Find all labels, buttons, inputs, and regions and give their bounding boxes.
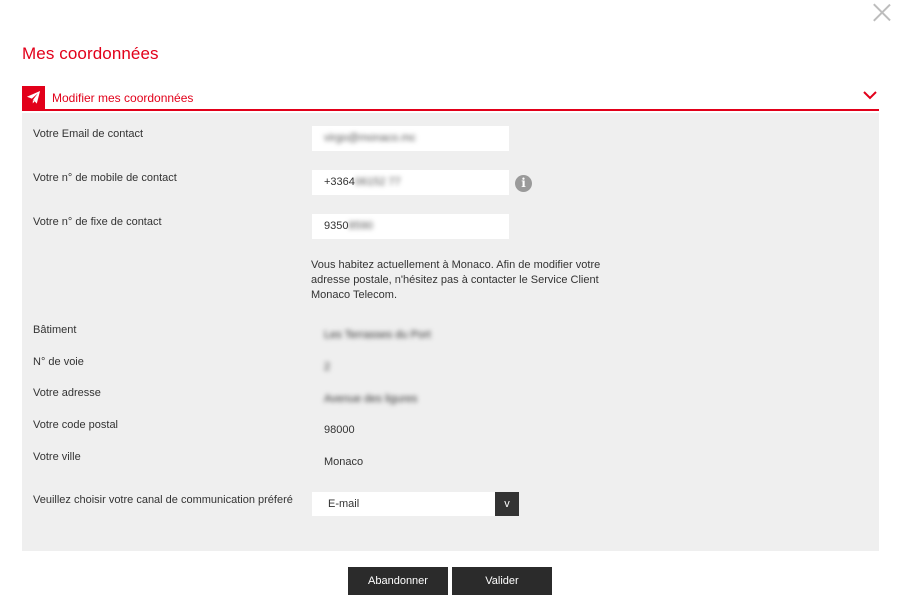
chevron-down-icon[interactable] <box>863 90 877 100</box>
mobile-label: Votre n° de mobile de contact <box>33 172 177 184</box>
fixe-value-visible: 9350 <box>324 220 349 232</box>
page-title: Mes coordonnées <box>22 44 159 63</box>
voie-label: N° de voie <box>33 356 84 368</box>
voie-value: 2 <box>324 361 331 373</box>
code-postal-value: 98000 <box>324 424 355 436</box>
fixe-label: Votre n° de fixe de contact <box>33 216 162 228</box>
paper-plane-icon <box>22 86 45 109</box>
mobile-field[interactable]: +336406152 77 <box>312 170 509 195</box>
adresse-value: Avenue des ligures <box>324 393 418 405</box>
section-header-label: Modifier mes coordonnées <box>52 91 194 105</box>
section-header-toggle[interactable]: Modifier mes coordonnées <box>22 86 879 111</box>
close-icon[interactable] <box>872 2 892 22</box>
dropdown-arrow-icon[interactable]: v <box>495 492 519 516</box>
batiment-label: Bâtiment <box>33 324 77 336</box>
contact-form-panel: Votre Email de contact virgo@monaco.mc V… <box>22 113 879 551</box>
validate-button[interactable]: Valider <box>452 567 552 595</box>
fixe-field[interactable]: 93508590 <box>312 214 509 239</box>
mobile-value-visible: +3364 <box>324 176 355 188</box>
code-postal-label: Votre code postal <box>33 419 119 431</box>
canal-selected-value: E-mail <box>328 498 360 510</box>
canal-select[interactable]: E-mail v <box>312 492 519 516</box>
adresse-label: Votre adresse <box>33 387 101 399</box>
info-icon[interactable]: i <box>515 175 532 192</box>
fixe-value-blurred: 8590 <box>348 220 373 232</box>
email-label: Votre Email de contact <box>33 128 144 140</box>
address-change-note: Vous habitez actuellement à Monaco. Afin… <box>311 259 601 301</box>
email-field[interactable]: virgo@monaco.mc <box>312 126 509 151</box>
cancel-button[interactable]: Abandonner <box>348 567 448 595</box>
ville-label: Votre ville <box>33 451 81 463</box>
mobile-value-blurred: 06152 77 <box>354 176 401 188</box>
email-value: virgo@monaco.mc <box>324 132 416 144</box>
canal-label: Veuillez choisir votre canal de communic… <box>33 494 293 506</box>
ville-value: Monaco <box>324 456 364 468</box>
batiment-value: Les Terrasses du Port <box>324 329 431 341</box>
